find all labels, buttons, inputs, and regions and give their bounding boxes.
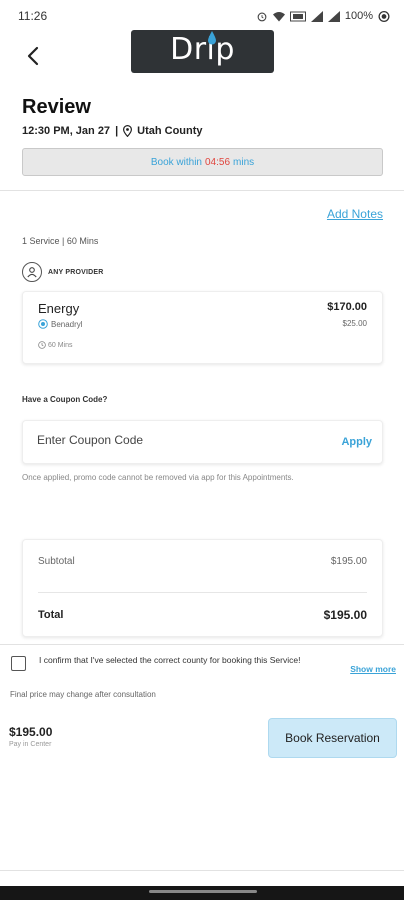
coupon-note: Once applied, promo code cannot be remov… xyxy=(22,473,294,482)
home-gesture-handle[interactable] xyxy=(149,890,257,893)
total-label: Total xyxy=(38,609,64,621)
service-card: Energy $170.00 Benadryl $25.00 60 Mins xyxy=(22,291,383,364)
divider xyxy=(0,870,404,871)
service-price: $170.00 xyxy=(327,301,367,313)
logo-text: Drip xyxy=(170,32,235,67)
coupon-heading: Have a Coupon Code? xyxy=(22,395,108,404)
divider xyxy=(0,190,404,191)
provider-label: ANY PROVIDER xyxy=(48,268,104,276)
appointment-location: Utah County xyxy=(137,125,203,137)
apply-coupon-button[interactable]: Apply xyxy=(341,436,372,448)
separator: | xyxy=(115,125,119,137)
clock-icon xyxy=(38,341,46,349)
status-icons: 100% xyxy=(256,10,390,22)
timer-prefix: Book within xyxy=(150,156,202,168)
coupon-card: Apply xyxy=(22,420,383,464)
signal-icon xyxy=(310,10,323,22)
back-arrow-icon[interactable] xyxy=(22,44,46,68)
timer-suffix: mins xyxy=(233,156,255,168)
system-nav-bar xyxy=(0,886,404,900)
alarm-icon xyxy=(257,12,267,21)
total-value: $195.00 xyxy=(323,608,367,622)
confirm-county-checkbox[interactable] xyxy=(11,656,26,671)
location-pin-icon xyxy=(123,125,133,137)
footer-price: $195.00 xyxy=(9,725,53,739)
show-more-link[interactable]: Show more xyxy=(350,664,396,674)
battery-icon xyxy=(378,10,390,22)
person-icon xyxy=(22,262,42,282)
service-name: Energy xyxy=(38,301,80,316)
addon-item: Benadryl xyxy=(38,319,83,329)
confirm-text: I confirm that I've selected the correct… xyxy=(39,655,301,665)
status-time: 11:26 xyxy=(18,9,48,23)
addon-name: Benadryl xyxy=(51,319,83,329)
signal-icon xyxy=(327,10,340,22)
appointment-details: 12:30 PM, Jan 27 | Utah County xyxy=(22,125,203,137)
drip-logo: Drip xyxy=(131,30,274,73)
page-title: Review xyxy=(22,96,91,118)
status-bar: 11:26 100% xyxy=(0,0,404,32)
addon-price: $25.00 xyxy=(342,319,367,328)
pay-in-center-note: Pay in Center xyxy=(9,741,52,748)
subtotal-value: $195.00 xyxy=(330,556,367,567)
totals-card: Subtotal $195.00 Total $195.00 xyxy=(22,539,383,637)
book-reservation-button[interactable]: Book Reservation xyxy=(268,718,397,758)
service-summary: 1 Service | 60 Mins xyxy=(22,236,99,246)
totals-divider xyxy=(38,592,367,593)
final-price-note: Final price may change after consultatio… xyxy=(10,690,156,699)
provider-selector[interactable]: ANY PROVIDER xyxy=(22,262,104,282)
appointment-datetime: 12:30 PM, Jan 27 xyxy=(22,125,111,137)
coupon-code-input[interactable] xyxy=(37,433,287,447)
booking-timer: Book within 04:56 mins xyxy=(22,148,383,176)
data-icon xyxy=(289,11,306,21)
timer-countdown: 04:56 xyxy=(204,156,231,168)
wifi-icon xyxy=(272,11,285,21)
water-drop-icon xyxy=(208,31,216,45)
battery-level: 100% xyxy=(344,10,373,22)
divider xyxy=(0,644,404,645)
addon-check-icon xyxy=(38,319,48,329)
subtotal-label: Subtotal xyxy=(38,556,75,567)
service-duration: 60 Mins xyxy=(38,341,73,349)
duration-text: 60 Mins xyxy=(48,341,73,349)
add-notes-link[interactable]: Add Notes xyxy=(327,207,383,221)
